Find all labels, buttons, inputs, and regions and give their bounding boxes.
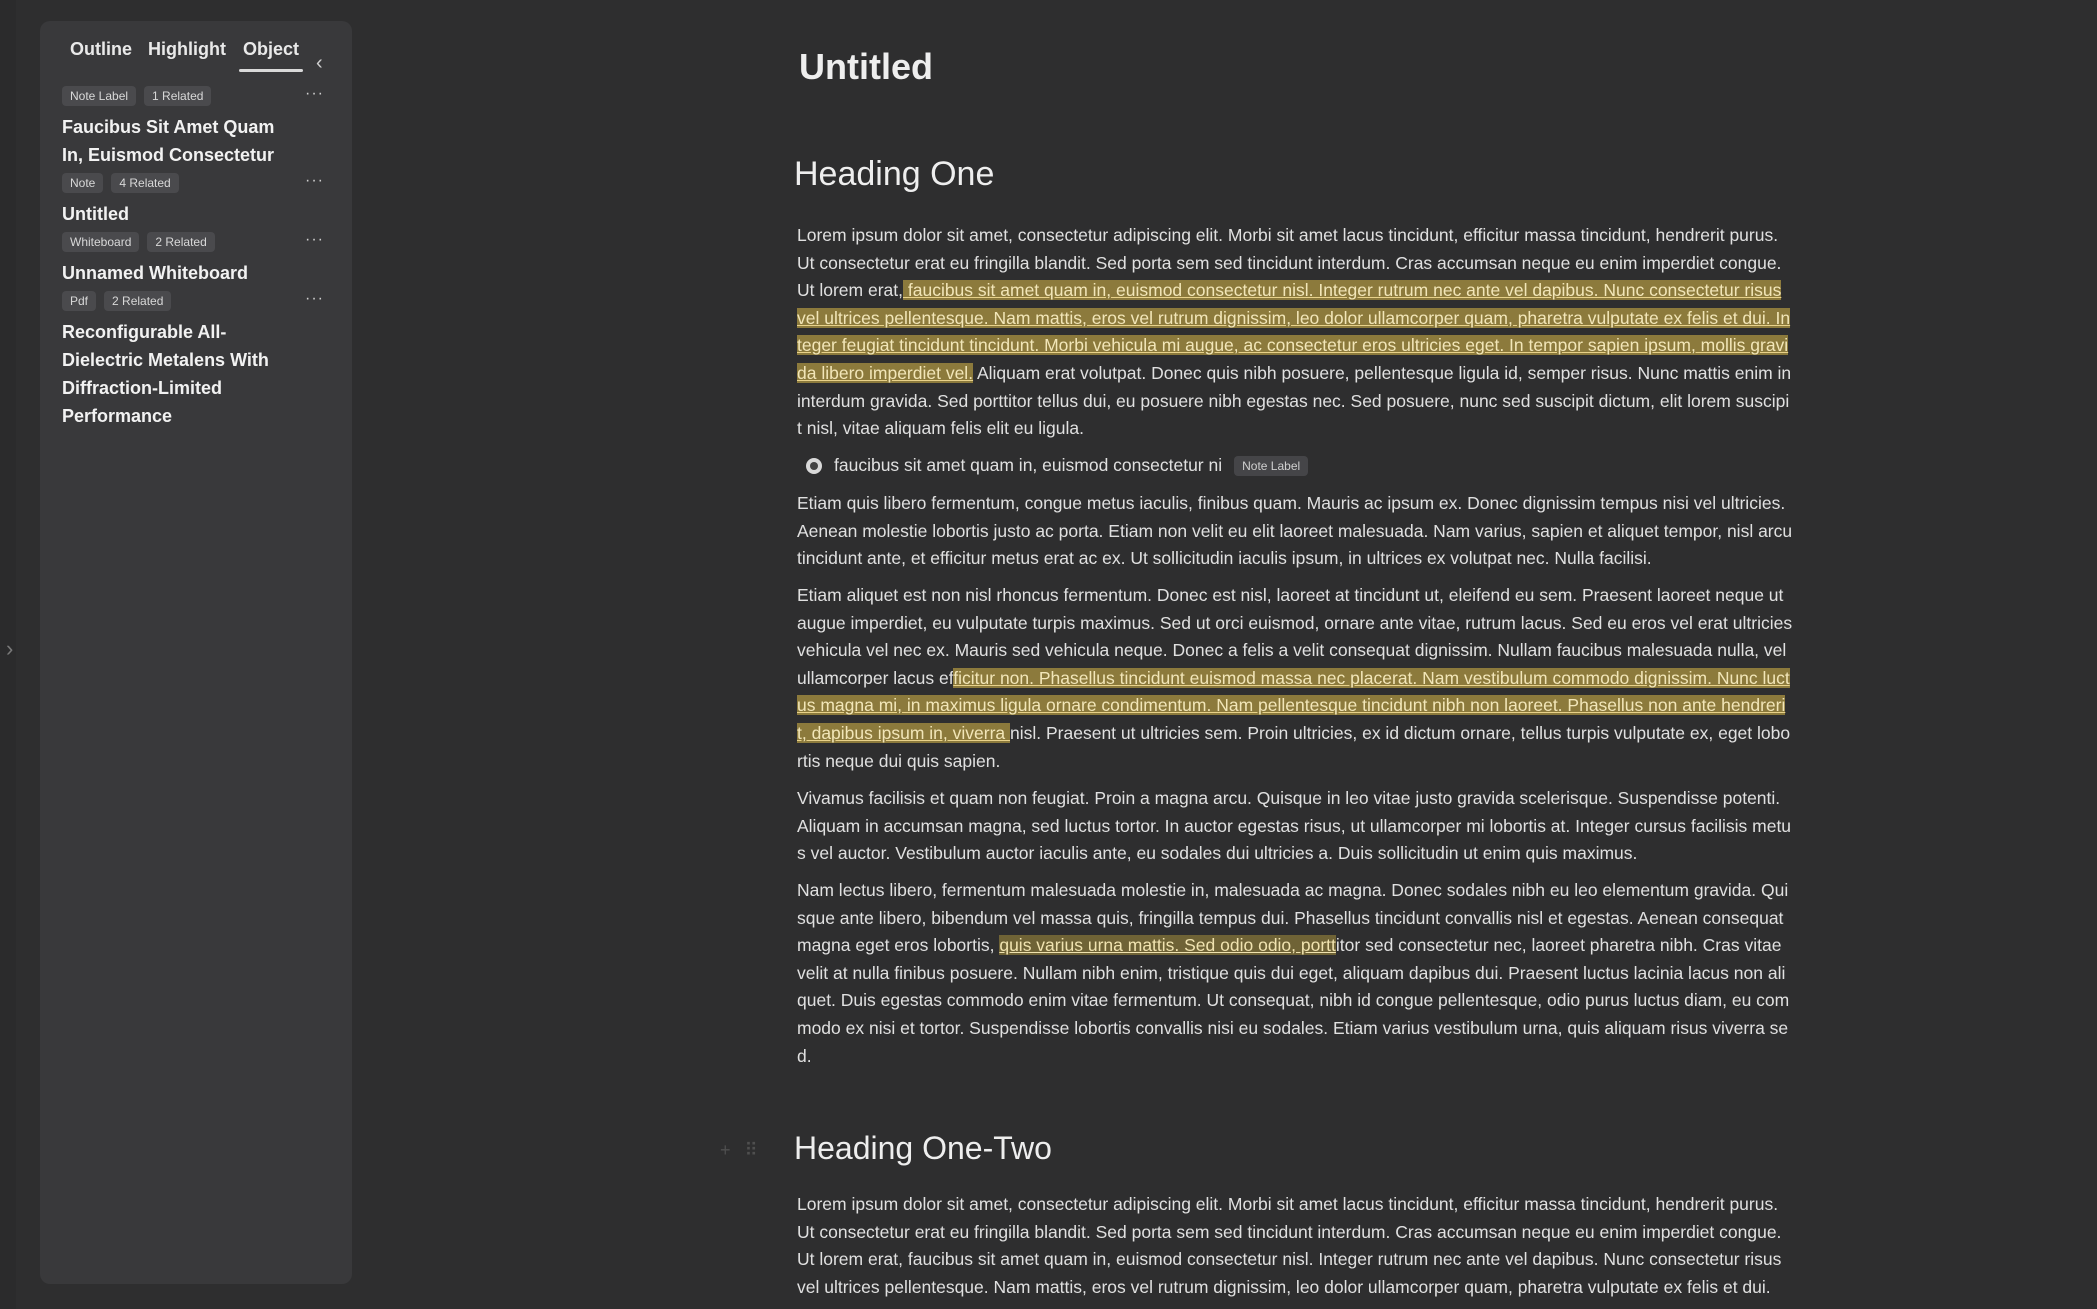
note-label-badge[interactable]: Note Label (1234, 455, 1309, 476)
chevron-left-icon[interactable]: ‹ (316, 52, 323, 75)
related-count-badge[interactable]: 2 Related (104, 291, 172, 311)
object-title[interactable]: Unnamed Whiteboard (62, 259, 292, 287)
paragraph[interactable]: Lorem ipsum dolor sit amet, consectetur … (797, 222, 1793, 443)
object-type-badge: Whiteboard (62, 232, 140, 252)
highlight-span[interactable]: quis varius urna mattis. Sed odio odio, … (999, 935, 1336, 956)
ellipsis-icon[interactable]: ··· (305, 172, 324, 190)
object-title[interactable]: Untitled (62, 200, 292, 228)
drag-handle-icon[interactable]: ⠿ (745, 1140, 758, 1161)
object-title[interactable]: Reconfigurable All-Dielectric Metalens W… (62, 318, 292, 430)
tab-object[interactable]: Object (238, 35, 304, 72)
note-reference-text: faucibus sit amet quam in, euismod conse… (834, 455, 1223, 475)
object-type-badge: Note Label (62, 86, 137, 106)
sidebar-panel: Outline Highlight Object ‹ Note Label 1 … (40, 21, 352, 1284)
plus-icon[interactable]: + (720, 1140, 731, 1161)
radio-dot-icon[interactable] (806, 457, 822, 474)
note-reference[interactable]: faucibus sit amet quam in, euismod conse… (806, 455, 1309, 476)
related-count-badge[interactable]: 1 Related (144, 86, 212, 106)
object-item[interactable]: Pdf 2 Related ··· Reconfigurable All-Die… (62, 290, 332, 430)
chevron-right-icon[interactable]: › (6, 636, 13, 662)
heading-one-two[interactable]: Heading One-Two (794, 1130, 1052, 1167)
object-item[interactable]: Note 4 Related ··· Untitled (62, 172, 332, 228)
ellipsis-icon[interactable]: ··· (305, 290, 324, 308)
related-count-badge[interactable]: 4 Related (111, 173, 179, 193)
paragraph[interactable]: Etiam quis libero fermentum, congue metu… (797, 490, 1793, 573)
left-rail: › (0, 0, 16, 1309)
page-title[interactable]: Untitled (799, 46, 933, 88)
tab-highlight[interactable]: Highlight (148, 35, 226, 70)
heading-one[interactable]: Heading One (794, 155, 994, 194)
block-handles: + ⠿ (720, 1140, 758, 1161)
paragraph[interactable]: Nam lectus libero, fermentum malesuada m… (797, 877, 1793, 1070)
paragraph[interactable]: Lorem ipsum dolor sit amet, consectetur … (797, 1191, 1793, 1301)
ellipsis-icon[interactable]: ··· (305, 231, 324, 249)
object-type-badge: Note (62, 173, 104, 193)
paragraph[interactable]: Etiam aliquet est non nisl rhoncus ferme… (797, 582, 1793, 775)
related-count-badge[interactable]: 2 Related (147, 232, 215, 252)
object-item[interactable]: Whiteboard 2 Related ··· Unnamed Whitebo… (62, 231, 332, 287)
ellipsis-icon[interactable]: ··· (305, 85, 324, 103)
paragraph[interactable]: Vivamus facilisis et quam non feugiat. P… (797, 785, 1793, 868)
object-type-badge: Pdf (62, 291, 97, 311)
tab-outline[interactable]: Outline (70, 35, 132, 70)
